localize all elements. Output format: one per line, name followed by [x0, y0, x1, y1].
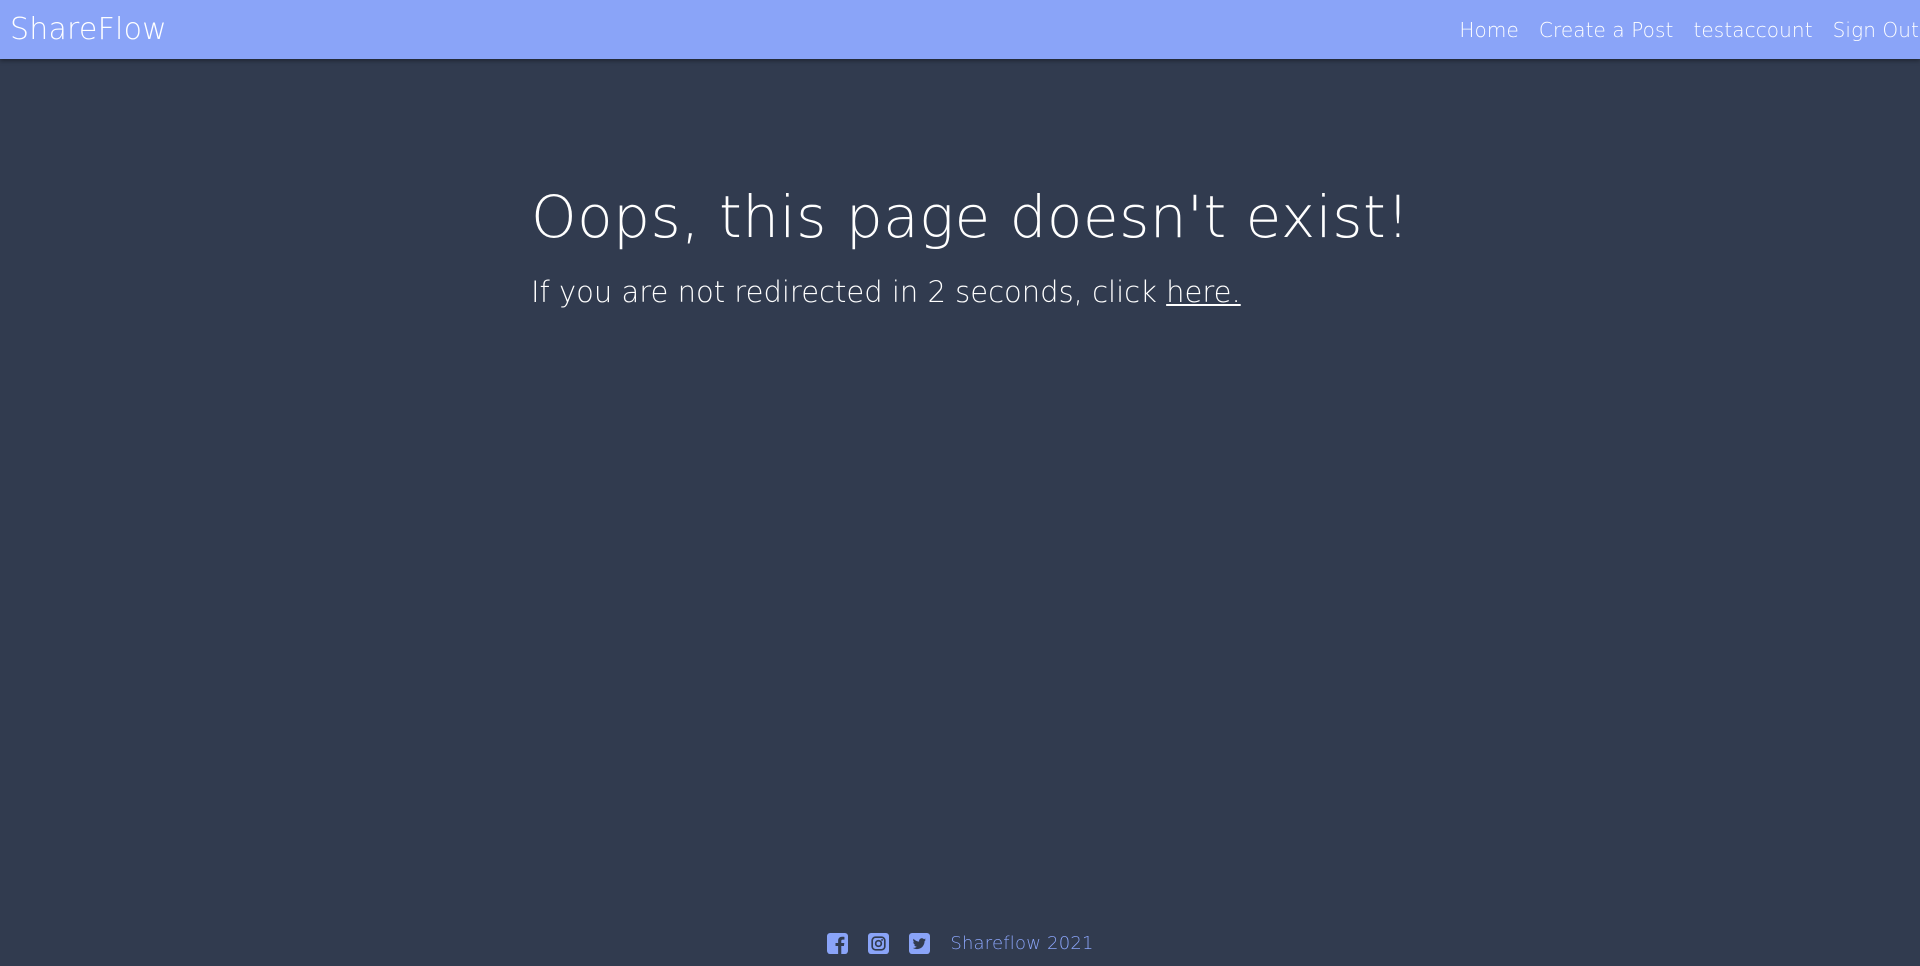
page-title: Oops, this page doesn't exist! [531, 183, 1410, 251]
nav-link-create-post[interactable]: Create a Post [1539, 18, 1674, 42]
top-navbar: ShareFlow Home Create a Post testaccount… [0, 0, 1920, 59]
instagram-icon[interactable] [867, 932, 889, 954]
nav-link-sign-out[interactable]: Sign Out [1833, 18, 1919, 42]
nav-links: Home Create a Post testaccount Sign Out [1459, 18, 1919, 42]
footer: Shareflow 2021 [0, 928, 1920, 958]
brand-logo[interactable]: ShareFlow [10, 12, 167, 47]
redirect-here-link[interactable]: here. [1166, 275, 1241, 309]
redirect-message: If you are not redirected in 2 seconds, … [531, 272, 1431, 312]
twitter-icon[interactable] [908, 932, 930, 954]
facebook-icon[interactable] [826, 932, 848, 954]
nav-link-home[interactable]: Home [1459, 18, 1518, 42]
error-content: Oops, this page doesn't exist! If you ar… [531, 178, 1431, 312]
redirect-text: If you are not redirected in 2 seconds, … [531, 275, 1167, 309]
nav-link-account[interactable]: testaccount [1693, 18, 1812, 42]
copyright-text: Shareflow 2021 [950, 932, 1094, 954]
